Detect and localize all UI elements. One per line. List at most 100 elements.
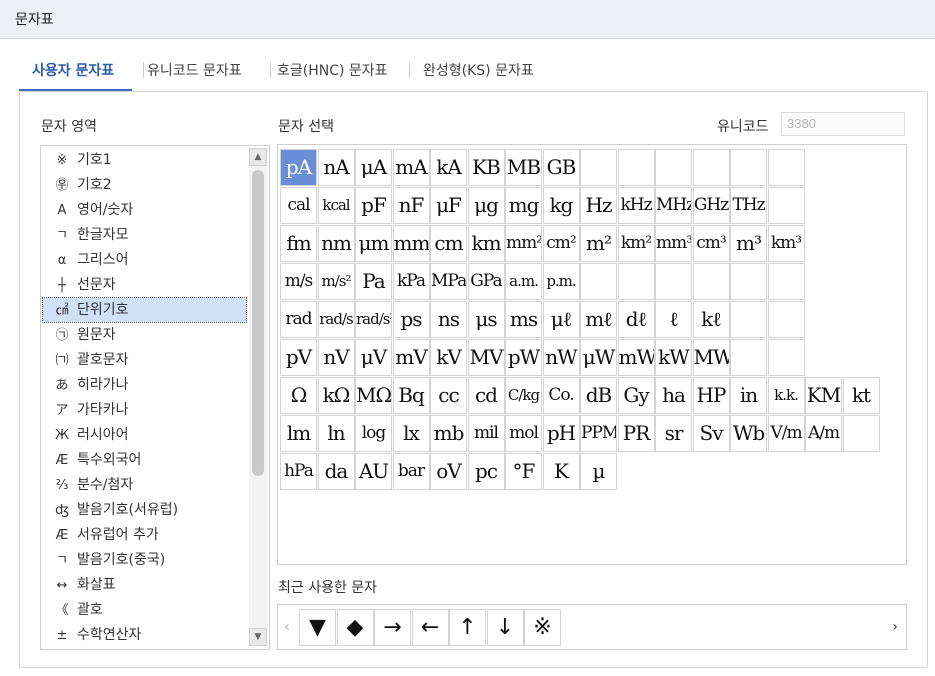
list-item[interactable]: Æ 서유럽어 추가 — [43, 523, 246, 547]
char-cell[interactable] — [767, 149, 805, 186]
list-item[interactable]: Æ 특수외국어 — [43, 448, 246, 472]
char-cell[interactable]: μm — [355, 225, 392, 262]
list-item[interactable]: ↔ 화살표 — [43, 573, 246, 597]
char-cell[interactable]: Gy — [617, 377, 655, 414]
char-cell[interactable]: k.k. — [767, 377, 805, 414]
scroll-thumb[interactable] — [252, 170, 264, 476]
char-cell[interactable]: PR — [617, 415, 655, 452]
recent-char-cell[interactable]: ▼ — [299, 609, 336, 646]
char-cell[interactable]: mm — [392, 225, 430, 262]
char-cell[interactable]: lx — [392, 415, 430, 452]
char-cell[interactable] — [730, 339, 767, 376]
char-cell[interactable]: Co. — [542, 377, 580, 414]
char-cell[interactable] — [842, 415, 880, 452]
char-cell[interactable]: nF — [392, 187, 430, 224]
char-cell[interactable] — [692, 149, 730, 186]
char-cell[interactable]: mV — [392, 339, 430, 376]
recent-char-cell[interactable]: ← — [411, 609, 449, 646]
char-cell[interactable]: p.m. — [542, 263, 580, 300]
char-cell[interactable] — [730, 301, 767, 338]
char-cell[interactable]: ns — [430, 301, 467, 338]
list-item[interactable]: ㎠ 단위기호 — [42, 297, 247, 323]
char-cell[interactable] — [692, 263, 730, 300]
char-cell[interactable]: pV — [280, 339, 317, 376]
char-cell[interactable]: kA — [430, 149, 467, 186]
char-cell[interactable]: cm² — [542, 225, 580, 262]
char-cell[interactable]: Hz — [580, 187, 617, 224]
recent-char-cell[interactable]: ↓ — [486, 609, 524, 646]
char-cell[interactable]: kHz — [617, 187, 655, 224]
char-cell[interactable]: PPM — [580, 415, 617, 452]
char-cell[interactable]: °F — [505, 453, 542, 490]
recent-char-cell[interactable]: ↑ — [449, 609, 486, 646]
char-cell[interactable]: da — [317, 453, 355, 490]
char-cell[interactable]: mb — [430, 415, 467, 452]
list-scrollbar[interactable]: ▲ ▼ — [249, 148, 267, 646]
char-cell[interactable]: KB — [467, 149, 505, 186]
char-cell[interactable]: AU — [355, 453, 392, 490]
char-cell[interactable]: nA — [317, 149, 355, 186]
char-cell[interactable]: A∕m — [805, 415, 842, 452]
char-cell[interactable]: Ω — [280, 377, 317, 414]
recent-char-cell[interactable]: ◆ — [336, 609, 374, 646]
char-cell[interactable]: nW — [542, 339, 580, 376]
char-cell[interactable]: cal — [280, 187, 317, 224]
char-cell[interactable]: KM — [805, 377, 842, 414]
char-cell[interactable]: GB — [542, 149, 580, 186]
char-cell[interactable]: mm³ — [655, 225, 692, 262]
char-cell[interactable]: μs — [467, 301, 505, 338]
char-cell[interactable]: pF — [355, 187, 392, 224]
list-item[interactable]: ± 수학연산자 — [43, 623, 246, 647]
char-cell[interactable]: ln — [317, 415, 355, 452]
char-cell[interactable]: log — [355, 415, 392, 452]
char-cell[interactable] — [655, 149, 692, 186]
list-item[interactable]: ア 가타카나 — [43, 398, 246, 422]
tab-user-charmap[interactable]: 사용자 문자표 — [32, 60, 114, 80]
char-cell[interactable]: μℓ — [542, 301, 580, 338]
char-cell[interactable] — [580, 149, 617, 186]
char-cell[interactable]: km³ — [767, 225, 805, 262]
char-cell[interactable]: MΩ — [355, 377, 392, 414]
char-cell[interactable] — [730, 263, 767, 300]
char-cell[interactable] — [767, 339, 805, 376]
char-cell[interactable]: MHz — [655, 187, 692, 224]
char-cell[interactable]: m² — [580, 225, 617, 262]
char-cell[interactable] — [617, 149, 655, 186]
list-item[interactable]: ㉠ 원문자 — [43, 323, 246, 347]
char-cell[interactable]: mol — [505, 415, 542, 452]
char-cell[interactable] — [767, 263, 805, 300]
char-cell[interactable]: C∕kg — [505, 377, 542, 414]
unicode-code-field[interactable]: 3380 — [781, 112, 905, 136]
char-cell[interactable]: fm — [280, 225, 317, 262]
list-item[interactable]: Ж 러시아어 — [43, 423, 246, 447]
char-cell[interactable]: Pa — [355, 263, 392, 300]
char-cell[interactable]: dB — [580, 377, 617, 414]
char-cell[interactable] — [767, 187, 805, 224]
list-item[interactable]: ┼ 선문자 — [43, 273, 246, 297]
char-cell[interactable]: pA — [280, 149, 317, 186]
char-cell[interactable]: rad∕s² — [355, 301, 392, 338]
char-cell[interactable]: ps — [392, 301, 430, 338]
list-item[interactable]: ㄱ 한글자모 — [43, 223, 246, 247]
char-cell[interactable]: km² — [617, 225, 655, 262]
char-cell[interactable]: MB — [505, 149, 542, 186]
char-cell[interactable]: mA — [392, 149, 430, 186]
char-cell[interactable]: HP — [692, 377, 730, 414]
char-cell[interactable] — [730, 149, 767, 186]
char-cell[interactable]: m∕s² — [317, 263, 355, 300]
char-cell[interactable]: hPa — [280, 453, 317, 490]
char-cell[interactable]: µ — [580, 453, 617, 490]
char-area-list[interactable]: ※ 기호1 ㉾ 기호2 A 영어/숫자 ㄱ 한글자모 α 그리스어 ┼ 선문자 ㎠ 단위기호 ㉠ 원문자 ㈀ 괄호… — [40, 145, 270, 650]
recent-char-cell[interactable]: → — [374, 609, 411, 646]
char-cell[interactable]: THz — [730, 187, 767, 224]
char-cell[interactable]: MV — [467, 339, 505, 376]
char-cell[interactable]: km — [467, 225, 505, 262]
char-cell[interactable] — [580, 263, 617, 300]
char-cell[interactable]: GPa — [467, 263, 505, 300]
char-cell[interactable]: kW — [655, 339, 692, 376]
char-cell[interactable]: MW — [692, 339, 730, 376]
list-item[interactable]: 《 괄호 — [43, 598, 246, 622]
char-cell[interactable]: μV — [355, 339, 392, 376]
char-cell[interactable]: MPa — [430, 263, 467, 300]
char-cell[interactable]: kcal — [317, 187, 355, 224]
